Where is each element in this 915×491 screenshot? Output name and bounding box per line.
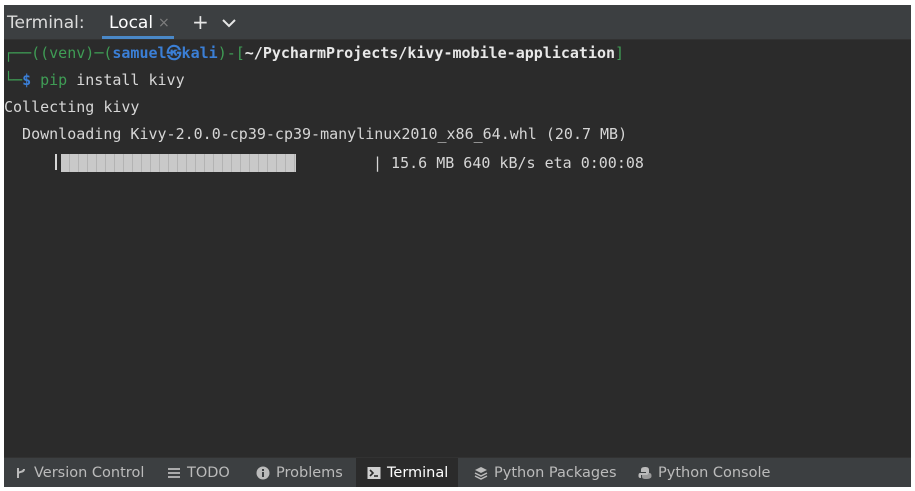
terminal-label: Terminal [387, 465, 449, 481]
prompt-branch: └─ [4, 71, 23, 89]
tab-local[interactable]: Local × [96, 5, 182, 39]
terminal-header: Terminal: Local × + [4, 5, 911, 40]
progress-bar-start [55, 154, 57, 170]
terminal-output[interactable]: ┌──((venv)─(samuel㉿kali)-[~/PycharmProje… [4, 40, 911, 457]
tab-local-label: Local [109, 13, 154, 33]
python-console-label: Python Console [658, 465, 771, 481]
add-icon[interactable]: + [192, 10, 209, 34]
prompt-corner: ┌──( [4, 44, 41, 62]
problems-button[interactable]: Problems [256, 458, 356, 487]
prompt-dash: ─ [94, 44, 104, 62]
venv-label: (venv) [40, 44, 95, 62]
prompt-close: ] [615, 44, 625, 62]
version-control-label: Version Control [34, 465, 145, 481]
close-icon[interactable]: × [158, 15, 170, 31]
prompt-sep: )-[ [217, 44, 245, 62]
terminal-icon [367, 466, 381, 480]
tool-window-bar: Version Control TODO Problems Terminal P… [4, 457, 911, 487]
python-icon [638, 466, 652, 480]
list-icon [167, 466, 181, 480]
python-packages-label: Python Packages [494, 465, 617, 481]
prompt-dollar: $ [22, 71, 41, 89]
progress-stats: | 15.6 MB 640 kB/s eta 0:00:08 [373, 154, 644, 172]
problems-label: Problems [276, 465, 343, 481]
output-line: Collecting kivy [4, 98, 140, 116]
layers-icon [474, 466, 488, 480]
todo-button[interactable]: TODO [167, 458, 247, 487]
command-args: install kivy [67, 71, 185, 89]
prompt-path: ~/PycharmProjects/kivy-mobile-applicatio… [244, 44, 616, 62]
output-line: Downloading Kivy-2.0.0-cp39-cp39-manylin… [4, 125, 628, 143]
prompt-line: ┌──((venv)─(samuel㉿kali)-[~/PycharmProje… [4, 44, 625, 62]
progress-bar [61, 154, 374, 172]
terminal-button[interactable]: Terminal [356, 458, 458, 487]
info-icon [256, 466, 270, 480]
branch-icon [14, 466, 28, 480]
active-tab-indicator [102, 36, 174, 39]
progress-bar-fill [61, 154, 296, 172]
todo-label: TODO [187, 465, 230, 481]
prompt-user: samuel㉿kali [112, 44, 218, 62]
chevron-down-icon[interactable] [218, 12, 240, 34]
python-packages-button[interactable]: Python Packages [474, 458, 624, 487]
command-pip: pip [40, 71, 68, 89]
python-console-button[interactable]: Python Console [638, 458, 778, 487]
command-line: └─$ pip install kivy [4, 70, 185, 90]
version-control-button[interactable]: Version Control [7, 458, 157, 487]
terminal-title: Terminal: [7, 13, 85, 33]
terminal-window: Terminal: Local × + ┌──((venv)─(samuel㉿k… [4, 5, 911, 487]
